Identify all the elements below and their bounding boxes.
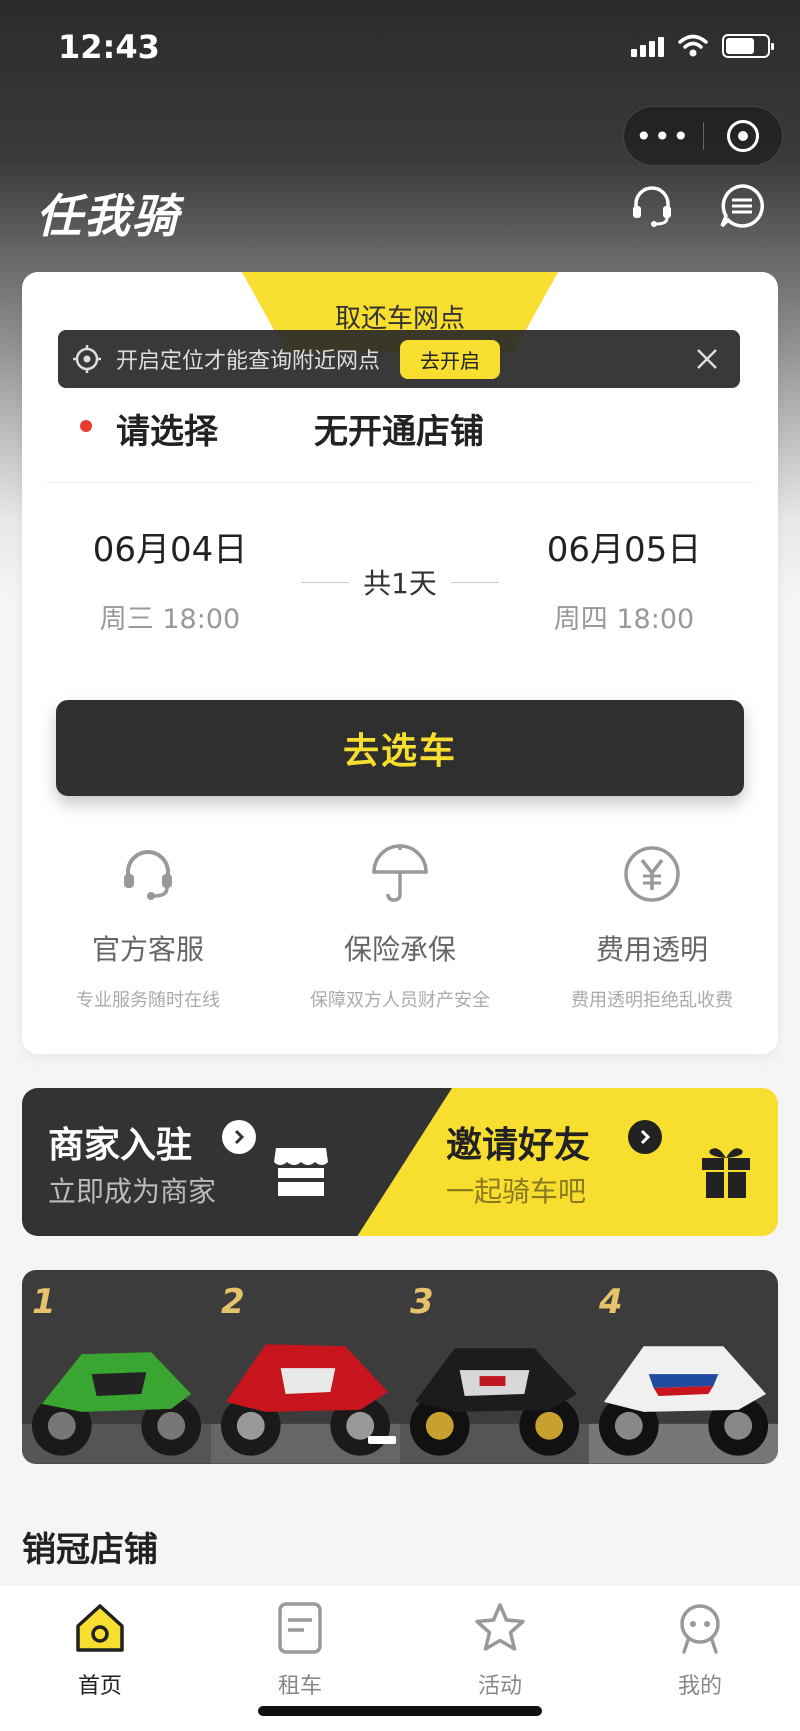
headset-icon	[124, 850, 172, 900]
duration-label: 共1天	[363, 567, 437, 600]
message-icon[interactable]	[718, 182, 766, 230]
tab-home[interactable]: 首页	[0, 1586, 200, 1731]
green-motorcycle-image	[22, 1352, 211, 1464]
tab-label: 活动	[477, 1674, 522, 1699]
feature-desc: 专业服务随时在线	[76, 990, 220, 1011]
tab-label: 租车	[277, 1674, 322, 1699]
more-menu-button[interactable]: •••	[624, 120, 703, 153]
customer-service-icon[interactable]	[628, 182, 676, 230]
feature-title: 官方客服	[91, 933, 204, 966]
feature-desc: 保障双方人员财产安全	[310, 990, 490, 1011]
app-logo: 任我骑	[36, 189, 180, 243]
yen-icon	[624, 846, 680, 902]
store-icon	[274, 1148, 328, 1196]
end-date-value: 06月05日	[546, 530, 702, 570]
promo-banner: 商家入驻 立即成为商家 邀请好友 一起骑车吧	[22, 1088, 778, 1236]
location-target-icon	[73, 345, 101, 373]
invite-friends-subtitle: 一起骑车吧	[446, 1175, 587, 1208]
status-bar: 12:43	[0, 0, 800, 100]
status-time: 12:43	[58, 28, 160, 66]
home-indicator	[258, 1706, 542, 1716]
end-time-value: 周四 18:00	[553, 604, 695, 635]
wifi-icon	[678, 34, 708, 57]
star-icon	[475, 1603, 525, 1651]
tab-mine[interactable]: 我的	[600, 1586, 800, 1731]
home-icon	[76, 1604, 124, 1652]
carousel-item[interactable]: 4	[589, 1270, 778, 1464]
required-dot	[80, 420, 92, 432]
black-motorcycle-image	[400, 1348, 589, 1464]
feature-desc: 费用透明拒绝乱收费	[571, 990, 733, 1011]
booking-card: 取还车网点 开启定位才能查询附近网点 去开启 请选择 无开通店铺 06月04日 …	[22, 272, 778, 1054]
close-icon[interactable]	[692, 344, 722, 374]
white-motorcycle-image	[589, 1346, 778, 1464]
target-icon	[726, 120, 759, 152]
feature-title: 保险承保	[343, 933, 456, 966]
enable-location-button[interactable]: 去开启	[400, 339, 501, 379]
document-icon	[278, 1602, 322, 1654]
divider	[46, 482, 754, 483]
umbrella-icon	[372, 844, 428, 902]
merchant-join-title[interactable]: 商家入驻	[48, 1116, 192, 1168]
signal-icon	[631, 35, 664, 57]
status-icons	[631, 34, 774, 58]
carousel-item[interactable]: 2	[211, 1270, 400, 1464]
carousel-item[interactable]: 3	[400, 1270, 589, 1464]
battery-icon	[722, 34, 774, 58]
close-mini-program-button[interactable]	[704, 120, 783, 152]
start-date[interactable]: 06月04日 周三 18:00	[50, 522, 290, 636]
feature-customer-service: 官方客服 专业服务随时在线	[22, 842, 274, 1012]
start-time-value: 周三 18:00	[99, 604, 241, 635]
merchant-join-subtitle: 立即成为商家	[48, 1175, 217, 1208]
start-date-value: 06月04日	[92, 530, 248, 570]
carousel-item[interactable]: 1	[22, 1270, 211, 1464]
end-date[interactable]: 06月05日 周四 18:00	[504, 522, 744, 636]
invite-friends-title[interactable]: 邀请好友	[446, 1116, 590, 1168]
top-stores-title: 销冠店铺	[22, 1530, 158, 1570]
tab-label: 首页	[77, 1674, 122, 1699]
choose-bike-label: 去选车	[342, 731, 457, 772]
feature-transparent-fees: 费用透明 费用透明拒绝乱收费	[526, 842, 778, 1012]
mini-program-capsule: •••	[623, 106, 783, 166]
location-select-row[interactable]: 请选择 无开通店铺	[58, 394, 742, 454]
gift-icon	[702, 1148, 750, 1198]
location-banner-text: 开启定位才能查询附近网点	[116, 349, 381, 374]
feature-title: 费用透明	[595, 933, 708, 966]
invite-arrow-icon[interactable]	[628, 1120, 662, 1154]
feature-list: 官方客服 专业服务随时在线 保险承保 保障双方人员财产安全 费用透明 费用透明拒…	[22, 842, 778, 1012]
feature-insurance: 保险承保 保障双方人员财产安全	[274, 842, 526, 1012]
choose-bike-button[interactable]: 去选车	[56, 700, 744, 796]
user-icon	[680, 1604, 720, 1654]
motorcycle-carousel[interactable]: 1 2 3 4	[22, 1270, 778, 1464]
tab-label: 我的	[677, 1674, 722, 1699]
store-select[interactable]: 无开通店铺	[314, 404, 484, 453]
carousel-indicator	[368, 1436, 396, 1444]
location-banner: 开启定位才能查询附近网点 去开启	[58, 330, 740, 388]
merchant-arrow-icon[interactable]	[222, 1120, 256, 1154]
city-select[interactable]: 请选择	[116, 404, 218, 453]
rental-duration: 共1天	[300, 562, 500, 602]
